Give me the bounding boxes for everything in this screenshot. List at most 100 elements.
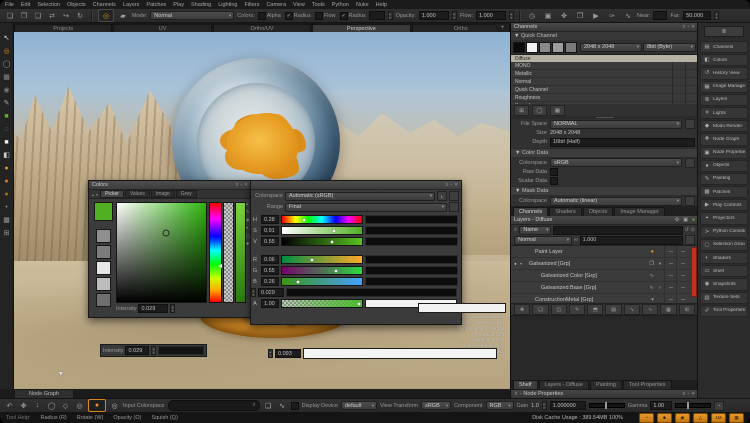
range-dropdown[interactable]: Final	[285, 203, 447, 212]
channel-entry-box[interactable]	[365, 237, 458, 246]
transform-tool-icon[interactable]: ◇	[60, 402, 71, 410]
opacity-spinner[interactable]	[452, 11, 457, 20]
colorspace-dropdown[interactable]: Automatic (sRGB)	[285, 192, 435, 201]
layer-column-a[interactable]	[664, 270, 676, 281]
file-tool-icon[interactable]: ↪	[60, 11, 72, 21]
sidebar-palette-item[interactable]: ▨ Texture Sets	[700, 292, 748, 304]
floating-value-spinner[interactable]	[268, 349, 273, 358]
alpha-strip[interactable]	[223, 202, 234, 303]
transform-tool-icon[interactable]: ✥	[18, 402, 29, 410]
flow-spinner[interactable]	[509, 11, 514, 20]
hue-strip[interactable]	[209, 202, 222, 303]
sidebar-menu-button[interactable]: ≣	[704, 26, 744, 37]
color-swatch[interactable]	[96, 277, 111, 291]
status-badge-button[interactable]: ▦	[729, 413, 744, 423]
menu-item[interactable]: Shading	[191, 2, 211, 8]
search-extra-icon[interactable]: ↺	[685, 227, 689, 233]
menu-item[interactable]: Layers	[123, 2, 140, 8]
window-button[interactable]: ✕	[454, 183, 458, 188]
curve-icon[interactable]: ∿	[277, 402, 288, 410]
file-space-dropdown[interactable]: NORMAL	[550, 120, 682, 129]
view-tool-icon[interactable]: ❐	[574, 11, 586, 21]
intensity-spinner[interactable]	[170, 304, 175, 313]
layer-action-button[interactable]: ✎	[569, 304, 585, 315]
color-swatch[interactable]	[96, 229, 111, 243]
channel-row[interactable]: Quick Channel	[511, 86, 698, 94]
tool-button[interactable]: ◌	[1, 124, 12, 134]
transform-tool-icon[interactable]: ↓	[32, 402, 43, 409]
layer-expand-chevron[interactable]: ▾	[520, 261, 527, 266]
checkbox-box[interactable]	[258, 12, 266, 20]
checkbox-box[interactable]: ✓	[340, 12, 348, 20]
channel-row[interactable]: Normal	[511, 78, 698, 86]
layer-column-b[interactable]	[676, 270, 688, 281]
layers-search-input[interactable]	[553, 226, 682, 235]
menu-item[interactable]: Objects	[67, 2, 86, 8]
status-badge-button[interactable]: 1M	[711, 413, 726, 423]
menu-item[interactable]: Channels	[93, 2, 116, 8]
sidebar-palette-item[interactable]: ✐ Tool Properties	[700, 305, 748, 317]
viewport-tab[interactable]: Ortho/UV	[213, 24, 311, 32]
slider-marker[interactable]	[311, 258, 314, 261]
sidebar-palette-item[interactable]: ≻ Python Console	[700, 226, 748, 238]
node-properties-bar[interactable]: ⇕▫ Node Properties ⇕▫✕	[511, 389, 698, 398]
sidebar-palette-item[interactable]: ◐ Shaders	[700, 252, 748, 264]
quick-channel-row[interactable]: ▼ Quick Channel	[511, 32, 698, 40]
picker-tab[interactable]: Picker	[100, 190, 124, 198]
color-swatch[interactable]	[96, 261, 111, 275]
channel-value-field[interactable]: 0.06	[261, 255, 279, 264]
sidebar-palette-item[interactable]: ▭ Shelf	[700, 265, 748, 277]
layer-add-button[interactable]	[685, 235, 695, 245]
sidebar-palette-item[interactable]: ● Objects	[700, 160, 748, 172]
layer-action-button[interactable]: ➘	[624, 304, 640, 315]
menu-item[interactable]: Nuke	[356, 2, 369, 8]
library-icon[interactable]: ❏	[263, 402, 274, 410]
viewport-tab[interactable]: Perspective	[312, 24, 410, 32]
gain-slider-track[interactable]	[589, 403, 625, 408]
grey-swatch[interactable]	[552, 42, 564, 53]
sidebar-palette-item[interactable]: ◉ Snapshots	[700, 278, 748, 290]
floating-intensity-track[interactable]	[158, 346, 204, 355]
radius-field[interactable]	[369, 11, 385, 20]
scalar-data-checkbox[interactable]	[550, 177, 558, 185]
black-swatch[interactable]	[513, 42, 525, 53]
layer-row[interactable]: Paint Layer ●	[511, 246, 698, 258]
menu-item[interactable]: Edit	[21, 2, 30, 8]
transform-tool-icon[interactable]: ◎	[74, 402, 85, 410]
channel-value-field[interactable]: 0.26	[261, 277, 279, 286]
channel-depth-dropdown[interactable]: 8bit (Byte)	[643, 43, 696, 52]
gamma-field[interactable]: 1.00	[650, 401, 672, 410]
layers-palette-titlebar[interactable]: Layers - Diffuse ⚙▣●	[511, 216, 698, 225]
layer-row[interactable]: ● ▾ Galvanized [Grp] ❐ ▾	[511, 258, 698, 270]
tool-button[interactable]: ↖	[1, 33, 12, 43]
near-clip-field[interactable]	[653, 11, 667, 20]
menu-item[interactable]: Play	[173, 2, 184, 8]
layer-action-button[interactable]: ✚	[514, 304, 530, 315]
window-button[interactable]: ▫	[520, 392, 522, 397]
status-badge-button[interactable]: ☻	[657, 413, 672, 423]
sidebar-palette-item[interactable]: ▤ Channels	[700, 41, 748, 53]
window-button[interactable]: ✕	[244, 183, 248, 188]
sidebar-palette-item[interactable]: ▦ Image Manager	[700, 81, 748, 93]
viewport-tab[interactable]: Projects	[14, 24, 112, 32]
range-men-button[interactable]	[449, 202, 459, 212]
tool-button[interactable]: ●	[1, 163, 12, 173]
alpha-gradient-slider[interactable]	[281, 299, 363, 308]
tool-button[interactable]: ●	[1, 189, 12, 199]
floating-value-track[interactable]	[303, 348, 497, 359]
layers-header-icon[interactable]: ▣	[683, 218, 688, 223]
gain-field[interactable]: 1.000000	[550, 401, 586, 410]
window-button[interactable]: ⇕	[235, 183, 239, 188]
gamma-plus-button[interactable]: +	[714, 401, 724, 411]
sidebar-palette-item[interactable]: ⌖ Projectors	[700, 212, 748, 224]
colorspace-menu-button[interactable]	[449, 191, 459, 201]
layer-row[interactable]: Galvanized Color [Grp] ∿	[511, 270, 698, 282]
saturation-value-square[interactable]	[116, 202, 207, 303]
mask-data-section-header[interactable]: ▼ Mask Data	[511, 186, 698, 196]
layer-action-button[interactable]: ⬒	[587, 304, 603, 315]
node-graph-tab[interactable]: Node Graph	[14, 389, 74, 398]
picker-tab[interactable]: Image	[151, 190, 175, 198]
floating-value-field[interactable]: 0.093	[275, 349, 301, 358]
viewport-tab[interactable]: UV	[113, 24, 211, 32]
grey-swatch[interactable]	[539, 42, 551, 53]
